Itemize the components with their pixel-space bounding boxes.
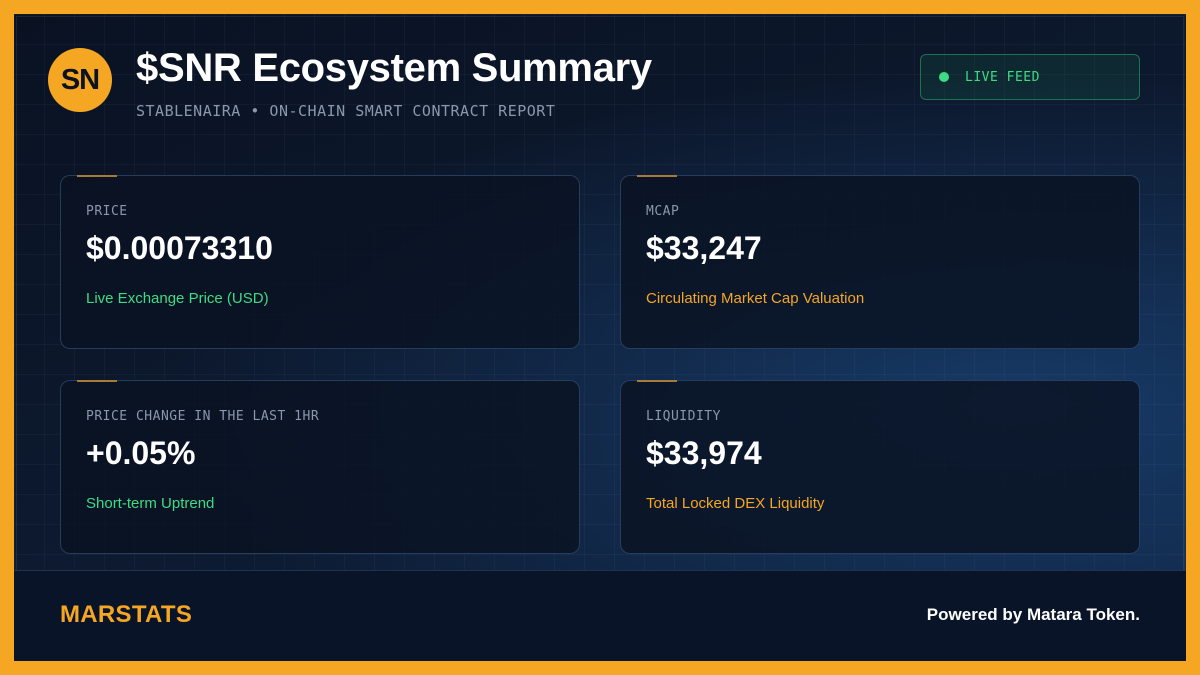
card-value: $0.00073310 xyxy=(86,230,273,266)
liquidity-card: LIQUIDITY $33,974 Total Locked DEX Liqui… xyxy=(620,380,1140,554)
footer: MARSTATS Powered by Matara Token. xyxy=(14,570,1186,661)
card-label: PRICE xyxy=(86,204,128,219)
page-title: $SNR Ecosystem Summary xyxy=(136,46,652,90)
live-feed-badge: LIVE FEED xyxy=(920,54,1140,100)
card-accent xyxy=(77,380,117,382)
card-value: $33,247 xyxy=(646,230,762,266)
price-change-card: PRICE CHANGE IN THE LAST 1HR +0.05% Shor… xyxy=(60,380,580,554)
card-description: Circulating Market Cap Valuation xyxy=(646,290,865,307)
card-accent xyxy=(77,175,117,177)
card-label: PRICE CHANGE IN THE LAST 1HR xyxy=(86,409,320,424)
card-label: LIQUIDITY xyxy=(646,409,721,424)
card-label: MCAP xyxy=(646,204,680,219)
token-logo: SN xyxy=(48,48,112,112)
live-dot-icon xyxy=(939,72,949,82)
card-description: Total Locked DEX Liquidity xyxy=(646,495,825,512)
report-card: SN $SNR Ecosystem Summary STABLENAIRA • … xyxy=(0,0,1200,675)
powered-by: Powered by Matara Token. xyxy=(926,605,1140,624)
card-accent xyxy=(637,380,677,382)
mcap-card: MCAP $33,247 Circulating Market Cap Valu… xyxy=(620,175,1140,349)
price-card: PRICE $0.00073310 Live Exchange Price (U… xyxy=(60,175,580,349)
live-feed-label: LIVE FEED xyxy=(965,69,1040,85)
card-value: +0.05% xyxy=(86,435,196,471)
card-description: Short-term Uptrend xyxy=(86,495,215,512)
brand-name: MARSTATS xyxy=(60,601,193,628)
card-description: Live Exchange Price (USD) xyxy=(86,290,269,307)
page-subtitle: STABLENAIRA • ON-CHAIN SMART CONTRACT RE… xyxy=(136,102,556,120)
card-value: $33,974 xyxy=(646,435,762,471)
card-accent xyxy=(637,175,677,177)
